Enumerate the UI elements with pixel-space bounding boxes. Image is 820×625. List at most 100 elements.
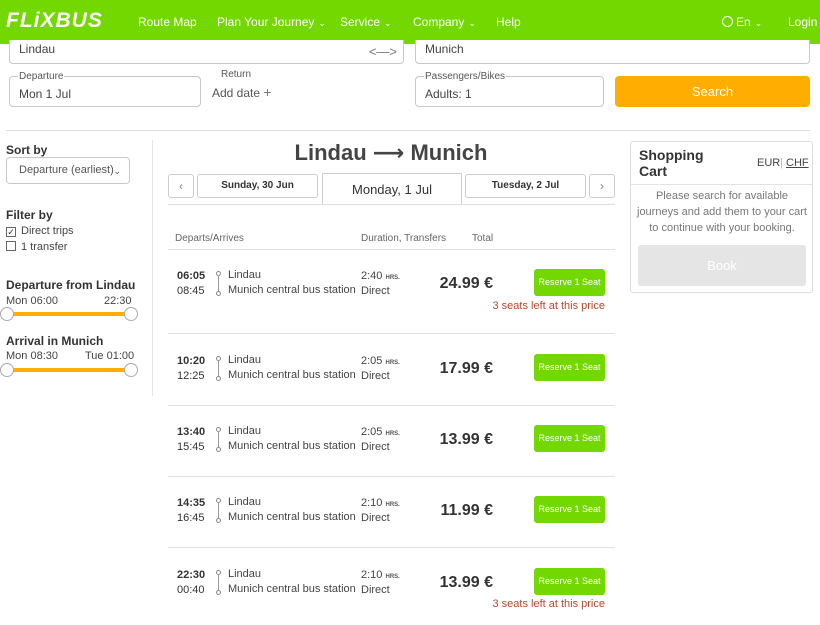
duration: 2:40 HRS. bbox=[361, 270, 400, 282]
globe-icon bbox=[722, 16, 733, 27]
flixbus-logo[interactable]: FLiXBUS bbox=[6, 9, 103, 33]
passengers-value: Adults: 1 bbox=[425, 87, 472, 101]
from-value: Lindau bbox=[19, 42, 56, 56]
add-return-date[interactable]: Add date + bbox=[212, 84, 272, 100]
departure-slider-max-handle[interactable] bbox=[124, 307, 138, 321]
date-tab-next[interactable]: Tuesday, 2 Jul bbox=[465, 174, 586, 198]
route-title: Lindau ⟶ Munich bbox=[168, 140, 614, 166]
checkbox-icon[interactable] bbox=[6, 241, 16, 251]
table-row: 22:30 00:40 Lindau Munich central bus st… bbox=[168, 563, 615, 623]
duration: 2:10 HRS. bbox=[361, 569, 400, 581]
row-divider bbox=[168, 333, 615, 334]
arrival-range-title: Arrival in Munich bbox=[6, 334, 104, 348]
row-divider bbox=[168, 405, 615, 406]
route-line-icon bbox=[216, 498, 221, 523]
transfers: Direct bbox=[361, 285, 390, 297]
arrival-slider-max-handle[interactable] bbox=[124, 363, 138, 377]
arrival-time: 08:45 bbox=[177, 285, 205, 297]
nav-label: Help bbox=[496, 15, 521, 29]
duration-value: 2:10 bbox=[361, 497, 383, 509]
language-label: En bbox=[736, 15, 751, 29]
departure-date-field[interactable]: Departure Mon 1 Jul bbox=[9, 71, 201, 107]
from-field[interactable]: Lindau <—> bbox=[9, 40, 404, 64]
nav-help[interactable]: Help bbox=[496, 15, 521, 29]
departure-time: 10:20 bbox=[177, 355, 206, 367]
departure-range-title: Departure from Lindau bbox=[6, 278, 136, 292]
filter-option-label: Direct trips bbox=[21, 225, 74, 237]
sort-select[interactable]: Departure (earliest) ⌄ bbox=[6, 157, 130, 184]
arrival-time: 12:25 bbox=[177, 370, 205, 382]
nav-label: Route Map bbox=[138, 15, 197, 29]
to-value: Munich bbox=[425, 42, 464, 56]
filter-one-transfer[interactable]: 1 transfer bbox=[6, 241, 67, 253]
shopping-cart-panel: Shopping Cart EUR | CHF Please search fo… bbox=[630, 141, 813, 293]
seats-left-note: 3 seats left at this price bbox=[492, 300, 606, 312]
currency-chf[interactable]: CHF bbox=[786, 157, 809, 169]
return-value: Add date bbox=[212, 86, 261, 100]
nav-plan-your-journey[interactable]: Plan Your Journey ⌄ bbox=[217, 15, 326, 29]
language-selector[interactable]: En ⌄ bbox=[722, 15, 762, 29]
reserve-seat-button[interactable]: Reserve 1 Seat bbox=[534, 568, 605, 595]
reserve-seat-button[interactable]: Reserve 1 Seat bbox=[534, 354, 605, 381]
next-day-arrow-icon[interactable]: › bbox=[589, 174, 615, 198]
reserve-seat-button[interactable]: Reserve 1 Seat bbox=[534, 269, 605, 296]
arrival-time: 00:40 bbox=[177, 584, 205, 596]
duration-unit: HRS. bbox=[385, 502, 400, 508]
duration: 2:05 HRS. bbox=[361, 355, 400, 367]
duration-unit: HRS. bbox=[385, 275, 400, 281]
passengers-label: Passengers/Bikes bbox=[424, 71, 507, 82]
currency-eur[interactable]: EUR bbox=[757, 157, 780, 169]
login-link[interactable]: Login bbox=[788, 15, 817, 29]
sort-value: Departure (earliest) bbox=[19, 164, 114, 176]
duration: 2:05 HRS. bbox=[361, 426, 400, 438]
date-tab-prev[interactable]: Sunday, 30 Jun bbox=[197, 174, 318, 198]
departure-range-min: Mon 06:00 bbox=[6, 295, 58, 307]
departure-time: 06:05 bbox=[177, 270, 206, 282]
checkbox-checked-icon[interactable]: ✓ bbox=[6, 227, 16, 237]
price: 13.99 € bbox=[439, 431, 493, 448]
nav-service[interactable]: Service ⌄ bbox=[340, 15, 392, 29]
nav-label: Company bbox=[413, 15, 465, 29]
seats-left-note: 3 seats left at this price bbox=[492, 598, 606, 610]
column-divider bbox=[152, 140, 153, 396]
to-stop: Munich central bus station bbox=[228, 284, 356, 296]
from-stop: Lindau bbox=[228, 425, 262, 437]
chevron-down-icon: ⌄ bbox=[318, 18, 326, 28]
route-line-icon bbox=[216, 271, 221, 296]
departure-slider-min-handle[interactable] bbox=[0, 307, 14, 321]
nav-company[interactable]: Company ⌄ bbox=[413, 15, 476, 29]
arrival-slider-min-handle[interactable] bbox=[0, 363, 14, 377]
filter-direct-trips[interactable]: ✓ Direct trips bbox=[6, 225, 74, 237]
chevron-down-icon: ⌄ bbox=[384, 18, 392, 28]
price: 13.99 € bbox=[439, 574, 493, 591]
reserve-seat-button[interactable]: Reserve 1 Seat bbox=[534, 425, 605, 452]
reserve-seat-button[interactable]: Reserve 1 Seat bbox=[534, 496, 605, 523]
search-button[interactable]: Search bbox=[615, 76, 810, 107]
table-row: 10:20 12:25 Lindau Munich central bus st… bbox=[168, 349, 615, 409]
date-tab-current[interactable]: Monday, 1 Jul bbox=[322, 173, 462, 205]
plus-icon: + bbox=[263, 84, 272, 100]
table-row: 14:35 16:45 Lindau Munich central bus st… bbox=[168, 491, 615, 551]
swap-icon[interactable]: <—> bbox=[369, 44, 397, 59]
from-stop: Lindau bbox=[228, 568, 262, 580]
nav-route-map[interactable]: Route Map bbox=[138, 15, 197, 29]
duration-value: 2:40 bbox=[361, 270, 383, 282]
transfers: Direct bbox=[361, 584, 390, 596]
price: 17.99 € bbox=[439, 360, 493, 377]
cart-divider bbox=[631, 184, 812, 185]
cart-title: Shopping Cart bbox=[639, 147, 704, 179]
from-stop: Lindau bbox=[228, 354, 262, 366]
passengers-field[interactable]: Passengers/Bikes Adults: 1 bbox=[415, 71, 604, 107]
sort-title: Sort by bbox=[6, 143, 48, 157]
book-button[interactable]: Book bbox=[638, 245, 806, 286]
divider bbox=[6, 130, 810, 131]
to-stop: Munich central bus station bbox=[228, 369, 356, 381]
currency-separator: | bbox=[780, 157, 783, 169]
arrow-right-icon: ⟶ bbox=[372, 140, 405, 165]
top-navigation-bar: FLiXBUS Route Map Plan Your Journey ⌄ Ser… bbox=[0, 0, 820, 44]
departure-time: 13:40 bbox=[177, 426, 206, 438]
duration-value: 2:05 bbox=[361, 426, 383, 438]
prev-day-arrow-icon[interactable]: ‹ bbox=[168, 174, 194, 198]
to-field[interactable]: Munich bbox=[415, 40, 810, 64]
arrival-slider-track bbox=[7, 368, 131, 372]
